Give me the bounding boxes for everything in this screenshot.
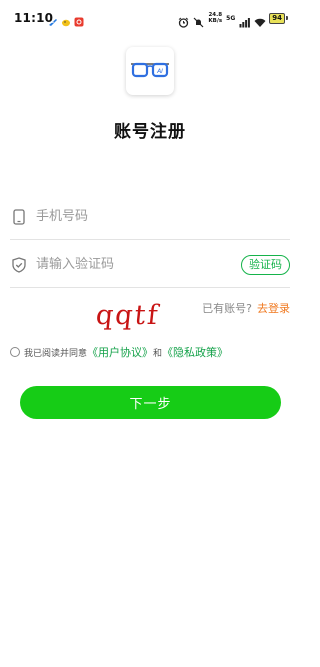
verification-code-input[interactable] — [36, 249, 241, 280]
wifi-icon — [254, 13, 266, 27]
agreement-prefix: 我已阅读并同意 — [24, 348, 88, 359]
next-step-button[interactable]: 下一步 — [20, 386, 281, 419]
agreement-conjunction: 和 — [153, 348, 163, 359]
chick-app-icon — [61, 12, 71, 27]
phone-row — [10, 194, 290, 240]
login-hint: 已有账号? 去登录 — [202, 300, 290, 316]
battery-icon: 94 — [269, 12, 288, 24]
notification-icons — [48, 12, 84, 27]
mute-icon — [193, 13, 204, 27]
phone-input[interactable] — [36, 201, 290, 232]
redbook-app-icon — [74, 12, 84, 27]
login-link[interactable]: 去登录 — [257, 302, 290, 315]
login-hint-text: 已有账号? — [202, 302, 252, 315]
app-logo: AI — [126, 47, 174, 95]
page-title: 账号注册 — [114, 122, 186, 142]
alarm-icon — [178, 13, 189, 28]
shield-check-icon — [11, 256, 27, 273]
cellular-signal-icon — [239, 13, 251, 27]
agreement-row: 我已阅读并同意 《用户协议》 和 《隐私政策》 — [10, 344, 228, 360]
network-type-label: 5G — [226, 14, 236, 22]
status-bar: 11:10 24.8 KB/s 5G 94 — [0, 0, 300, 36]
battery-level: 94 — [269, 12, 285, 24]
net-speed-unit: KB/s — [208, 18, 223, 24]
feather-app-icon — [48, 12, 58, 26]
glasses-icon: AI — [131, 62, 169, 78]
system-icons: 24.8 KB/s 5G 94 — [178, 11, 288, 28]
agreement-radio[interactable] — [10, 347, 20, 357]
get-code-button[interactable]: 验证码 — [241, 254, 290, 275]
phone-icon — [11, 208, 27, 225]
code-row: 验证码 — [10, 242, 290, 288]
privacy-policy-link[interactable]: 《隐私政策》 — [162, 344, 228, 360]
captcha-image[interactable]: qqtf — [94, 300, 161, 331]
user-agreement-link[interactable]: 《用户协议》 — [87, 344, 153, 360]
net-speed: 24.8 KB/s — [208, 12, 222, 24]
logo-text: AI — [156, 68, 163, 75]
